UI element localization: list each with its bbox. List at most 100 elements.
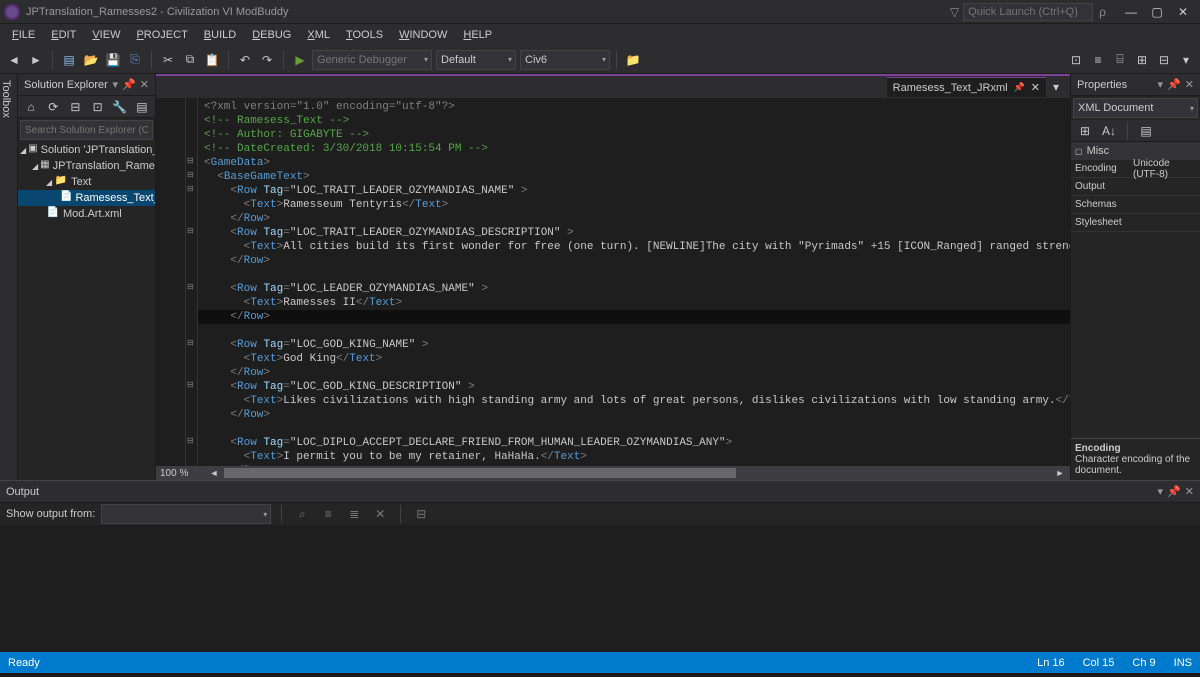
fold-icon[interactable]: ⊟ [187, 282, 194, 291]
nav-back-button[interactable]: ◄ [4, 50, 24, 70]
property-row[interactable]: Stylesheet [1071, 214, 1200, 232]
tree-item[interactable]: ◢▦JPTranslation_Ramesses2 [18, 158, 155, 174]
output-from-label: Show output from: [6, 508, 95, 520]
zoom-dropdown[interactable]: 100 % [156, 468, 204, 479]
fold-icon[interactable]: ⊟ [187, 338, 194, 347]
code-editor[interactable]: <?xml version="1.0" encoding="utf-8"?><!… [198, 98, 1070, 466]
categorize-icon[interactable]: ⊞ [1075, 121, 1095, 141]
properties-icon[interactable]: 🔧 [111, 97, 129, 117]
fold-icon[interactable]: ⊟ [187, 170, 194, 179]
sync-icon[interactable]: ⟳ [44, 97, 62, 117]
tab-close-icon[interactable]: ✕ [1031, 81, 1040, 94]
breakpoint-gutter[interactable] [156, 98, 186, 466]
find-button[interactable]: 📁 [623, 50, 643, 70]
cut-button[interactable]: ✂ [158, 50, 178, 70]
panel-pin-icon[interactable]: 📌 [1167, 485, 1181, 498]
panel-pin-icon[interactable]: 📌 [1167, 78, 1181, 91]
solution-title: Solution Explorer [24, 79, 108, 91]
properties-title: Properties [1077, 79, 1127, 91]
panel-close-icon[interactable]: ✕ [1185, 78, 1194, 91]
collapse-icon[interactable]: ⊟ [66, 97, 84, 117]
panel-pin-icon[interactable]: 📌 [122, 78, 136, 91]
fold-icon[interactable]: ⊟ [187, 436, 194, 445]
window-title: JPTranslation_Ramesses2 - Civilization V… [26, 6, 950, 18]
minimize-button[interactable]: — [1118, 5, 1144, 19]
panel-dropdown-icon[interactable]: ▾ [1158, 485, 1164, 498]
property-row[interactable]: Output [1071, 178, 1200, 196]
save-button[interactable]: 💾 [103, 50, 123, 70]
toolbox-strip[interactable]: Toolbox [0, 74, 18, 480]
quicklaunch-input[interactable] [963, 3, 1093, 21]
scroll-right-icon[interactable]: ► [1050, 463, 1070, 483]
tab-dropdown-icon[interactable]: ▾ [1046, 77, 1066, 97]
tool-grid-icon[interactable]: ⊞ [1132, 50, 1152, 70]
save-all-button[interactable]: ⎘ [125, 50, 145, 70]
tool-display-icon[interactable]: ⊡ [1066, 50, 1086, 70]
undo-button[interactable]: ↶ [235, 50, 255, 70]
fold-icon[interactable]: ⊟ [187, 184, 194, 193]
prop-page-icon[interactable]: ▤ [1136, 121, 1156, 141]
copy-button[interactable]: ⧉ [180, 50, 200, 70]
config-dropdown[interactable]: Default [436, 50, 516, 70]
tool-layout-icon[interactable]: ⊟ [1154, 50, 1174, 70]
output-from-dropdown[interactable] [101, 504, 271, 524]
output-body[interactable] [0, 525, 1200, 652]
property-row[interactable]: Schemas [1071, 196, 1200, 214]
showall-icon[interactable]: ⊡ [89, 97, 107, 117]
menu-file[interactable]: FILE [4, 27, 43, 43]
start-debug-button[interactable]: ▶ [290, 50, 310, 70]
editor-tab[interactable]: Ramesess_Text_JRxml 📌 ✕ [887, 77, 1046, 97]
output-clear-icon[interactable]: ✕ [370, 504, 390, 524]
status-ch: Ch 9 [1132, 657, 1155, 669]
menu-view[interactable]: VIEW [84, 27, 128, 43]
scroll-left-icon[interactable]: ◄ [204, 463, 224, 483]
pin-icon[interactable]: 📌 [1014, 82, 1025, 93]
fold-icon[interactable]: ⊟ [187, 380, 194, 389]
paste-button[interactable]: 📋 [202, 50, 222, 70]
tool-tag-icon[interactable]: ≡ [1088, 50, 1108, 70]
redo-button[interactable]: ↷ [257, 50, 277, 70]
fold-icon[interactable]: ⊟ [187, 156, 194, 165]
output-title: Output [6, 486, 39, 498]
menu-debug[interactable]: DEBUG [244, 27, 299, 43]
output-prev-icon[interactable]: ≡ [318, 504, 338, 524]
output-wrap-icon[interactable]: ⊟ [411, 504, 431, 524]
alpha-sort-icon[interactable]: A↓ [1099, 121, 1119, 141]
solution-search-input[interactable] [20, 120, 153, 140]
solution-tree: ◢▣Solution 'JPTranslation_Ramess◢▦JPTran… [18, 142, 155, 480]
menu-window[interactable]: WINDOW [391, 27, 455, 43]
tree-item[interactable]: 📄Ramesess_Text_JRxml [18, 190, 155, 206]
output-next-icon[interactable]: ≣ [344, 504, 364, 524]
menu-build[interactable]: BUILD [196, 27, 244, 43]
panel-dropdown-icon[interactable]: ▾ [1158, 78, 1164, 91]
expand-icon: ▢ [1075, 147, 1083, 156]
menu-project[interactable]: PROJECT [128, 27, 195, 43]
menu-edit[interactable]: EDIT [43, 27, 84, 43]
nav-fwd-button[interactable]: ► [26, 50, 46, 70]
new-project-button[interactable]: ▤ [59, 50, 79, 70]
tree-item[interactable]: ◢▣Solution 'JPTranslation_Ramess [18, 142, 155, 158]
maximize-button[interactable]: ▢ [1144, 5, 1170, 19]
close-button[interactable]: ✕ [1170, 5, 1196, 19]
panel-dropdown-icon[interactable]: ▾ [113, 78, 119, 91]
home-icon[interactable]: ⌂ [22, 97, 40, 117]
menu-help[interactable]: HELP [455, 27, 500, 43]
property-row[interactable]: EncodingUnicode (UTF-8) [1071, 160, 1200, 178]
menu-tools[interactable]: TOOLS [338, 27, 391, 43]
panel-close-icon[interactable]: ✕ [140, 78, 149, 91]
tool-schema-icon[interactable]: ⌸ [1110, 50, 1130, 70]
menu-xml[interactable]: XML [299, 27, 338, 43]
h-scrollbar[interactable] [224, 467, 1050, 479]
debugger-dropdown[interactable]: Generic Debugger [312, 50, 432, 70]
properties-object-dropdown[interactable]: XML Document [1073, 98, 1198, 118]
tree-item[interactable]: ◢📁Text [18, 174, 155, 190]
output-find-icon[interactable]: ⌕ [292, 504, 312, 524]
open-button[interactable]: 📂 [81, 50, 101, 70]
tool-more-icon[interactable]: ▾ [1176, 50, 1196, 70]
panel-close-icon[interactable]: ✕ [1185, 485, 1194, 498]
preview-icon[interactable]: ▤ [133, 97, 151, 117]
fold-gutter[interactable]: ⊟⊟⊟⊟⊟⊟⊟⊟⊟⊟⊟⊟ [186, 98, 198, 466]
fold-icon[interactable]: ⊟ [187, 226, 194, 235]
tree-item[interactable]: 📄Mod.Art.xml [18, 206, 155, 222]
platform-dropdown[interactable]: Civ6 [520, 50, 610, 70]
